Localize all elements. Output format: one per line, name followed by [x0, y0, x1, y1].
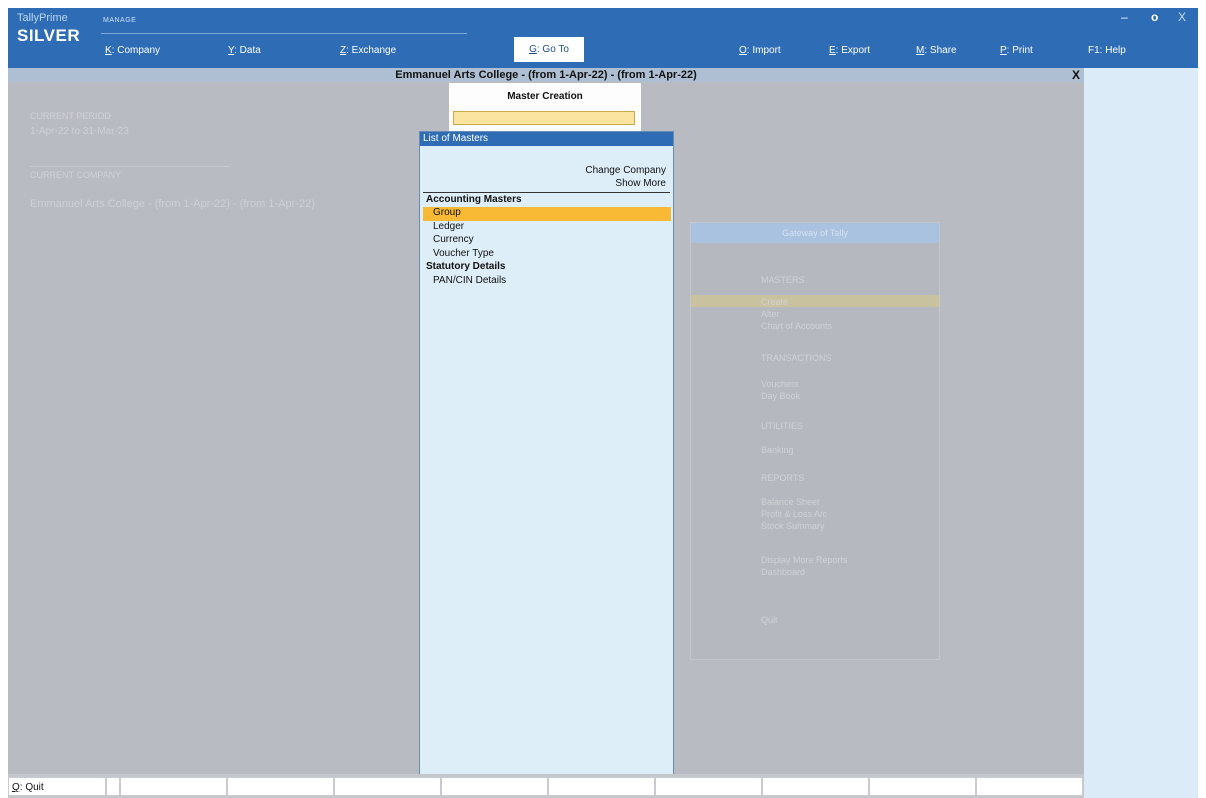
menu-export-label: : Export: [835, 45, 871, 56]
bottom-slot: [976, 777, 1083, 796]
gateway-item[interactable]: Profit & Loss A/c: [761, 509, 827, 519]
gateway-label: MANAGE: [103, 17, 137, 24]
gateway-item[interactable]: Day Book: [761, 391, 800, 401]
menu-print-key: P: [1000, 45, 1007, 56]
list-item-group[interactable]: Group: [433, 207, 461, 218]
tally-app: TallyPrime SILVER MANAGE K: Company Y: D…: [8, 8, 1198, 798]
gateway-item[interactable]: Create: [761, 297, 788, 307]
menu-import-button[interactable]: O: Import: [739, 45, 781, 56]
menu-share-button[interactable]: M: Share: [916, 45, 957, 56]
statutory-details-heading: Statutory Details: [426, 261, 506, 272]
show-more-link[interactable]: Show More: [615, 178, 666, 189]
gateway-item[interactable]: Balance Sheet: [761, 497, 820, 507]
menu-import-key: O: [739, 45, 747, 56]
gateway-of-tally-panel: Gateway of Tally MASTERS Create Alter Ch…: [690, 222, 940, 660]
bottom-button-bar: Q: Quit: [8, 774, 1084, 798]
menu-print-button[interactable]: P: Print: [1000, 45, 1033, 56]
gateway-item: TRANSACTIONS: [761, 353, 832, 363]
list-item-currency[interactable]: Currency: [433, 234, 474, 245]
gateway-item: REPORTS: [761, 473, 805, 483]
master-creation-title: Master Creation: [507, 91, 583, 102]
list-item-pan-cin-details[interactable]: PAN/CIN Details: [433, 275, 506, 286]
menu-data-button[interactable]: Y: Data: [228, 45, 261, 56]
gateway-divider: [101, 33, 467, 34]
bottom-slot: [869, 777, 976, 796]
list-of-masters-title: List of Masters: [420, 132, 673, 146]
close-screen-icon[interactable]: X: [1072, 68, 1080, 82]
current-company-value: Emmanuel Arts College - (from 1-Apr-22) …: [30, 198, 315, 210]
current-period-value: 1-Apr-22 to 31-Mar-23: [30, 126, 129, 137]
gateway-highlight: [691, 295, 939, 307]
product-name: TallyPrime: [17, 12, 68, 24]
quit-label: : Quit: [19, 782, 44, 793]
menu-import-label: : Import: [746, 45, 781, 56]
company-title-bar: Emmanuel Arts College - (from 1-Apr-22) …: [8, 68, 1084, 82]
gateway-item[interactable]: Dashboard: [761, 567, 805, 577]
gateway-item[interactable]: Display More Reports: [761, 555, 848, 565]
list-item-ledger[interactable]: Ledger: [433, 221, 464, 232]
gateway-item[interactable]: Quit: [761, 615, 778, 625]
bottom-slot: [227, 777, 334, 796]
gateway-title: Gateway of Tally: [691, 223, 939, 243]
menu-goto-label: : Go To: [536, 44, 569, 55]
menu-help-button[interactable]: F1: Help: [1088, 45, 1126, 56]
bottom-slot: [120, 777, 227, 796]
bottom-slot: [334, 777, 441, 796]
current-period-label: CURRENT PERIOD: [30, 111, 111, 121]
menu-export-key: E: [829, 45, 836, 56]
gateway-item[interactable]: Stock Summary: [761, 521, 825, 531]
master-creation-box: Master Creation: [448, 82, 642, 132]
right-button-panel: [1084, 68, 1198, 798]
bottom-slot: [106, 777, 120, 796]
window-close-icon[interactable]: X: [1178, 10, 1186, 24]
bottom-slot: [655, 777, 762, 796]
quit-key: Q: [12, 782, 20, 793]
menu-data-label: : Data: [234, 45, 261, 56]
menu-company-label: : Company: [111, 45, 161, 56]
menu-exchange-button[interactable]: Z: Exchange: [340, 45, 396, 56]
gateway-item: UTILITIES: [761, 421, 804, 431]
gateway-item[interactable]: Banking: [761, 445, 794, 455]
change-company-link[interactable]: Change Company: [585, 165, 666, 176]
gateway-item: MASTERS: [761, 275, 805, 285]
bottom-slot: [441, 777, 548, 796]
menu-exchange-label: : Exchange: [346, 45, 397, 56]
gateway-item[interactable]: Alter: [761, 309, 780, 319]
gateway-item[interactable]: Chart of Accounts: [761, 321, 832, 331]
list-divider: [423, 192, 670, 193]
bottom-slot: [548, 777, 655, 796]
bottom-slot: [762, 777, 869, 796]
restore-icon[interactable]: o: [1151, 10, 1158, 24]
edition-name: SILVER: [17, 26, 81, 45]
menu-goto-button[interactable]: G: Go To: [514, 37, 584, 62]
master-search-input[interactable]: [453, 111, 635, 125]
menu-share-label: : Share: [924, 45, 957, 56]
quit-button[interactable]: Q: Quit: [8, 777, 106, 796]
company-title: Emmanuel Arts College - (from 1-Apr-22) …: [395, 69, 697, 81]
menu-print-label: : Print: [1006, 45, 1033, 56]
minimize-icon[interactable]: –: [1121, 10, 1128, 24]
background-divider: [30, 166, 230, 167]
menu-export-button[interactable]: E: Export: [829, 45, 870, 56]
list-of-masters-panel: List of Masters Change Company Show More…: [419, 131, 674, 776]
top-menu-bar: TallyPrime SILVER MANAGE K: Company Y: D…: [8, 8, 1198, 68]
accounting-masters-heading: Accounting Masters: [426, 194, 522, 205]
menu-company-key: K: [105, 45, 112, 56]
menu-goto-key: G: [529, 44, 537, 55]
list-item-voucher-type[interactable]: Voucher Type: [433, 248, 494, 259]
menu-company-button[interactable]: K: Company: [105, 45, 160, 56]
gateway-item[interactable]: Vouchers: [761, 379, 799, 389]
current-company-label: CURRENT COMPANY: [30, 170, 122, 180]
